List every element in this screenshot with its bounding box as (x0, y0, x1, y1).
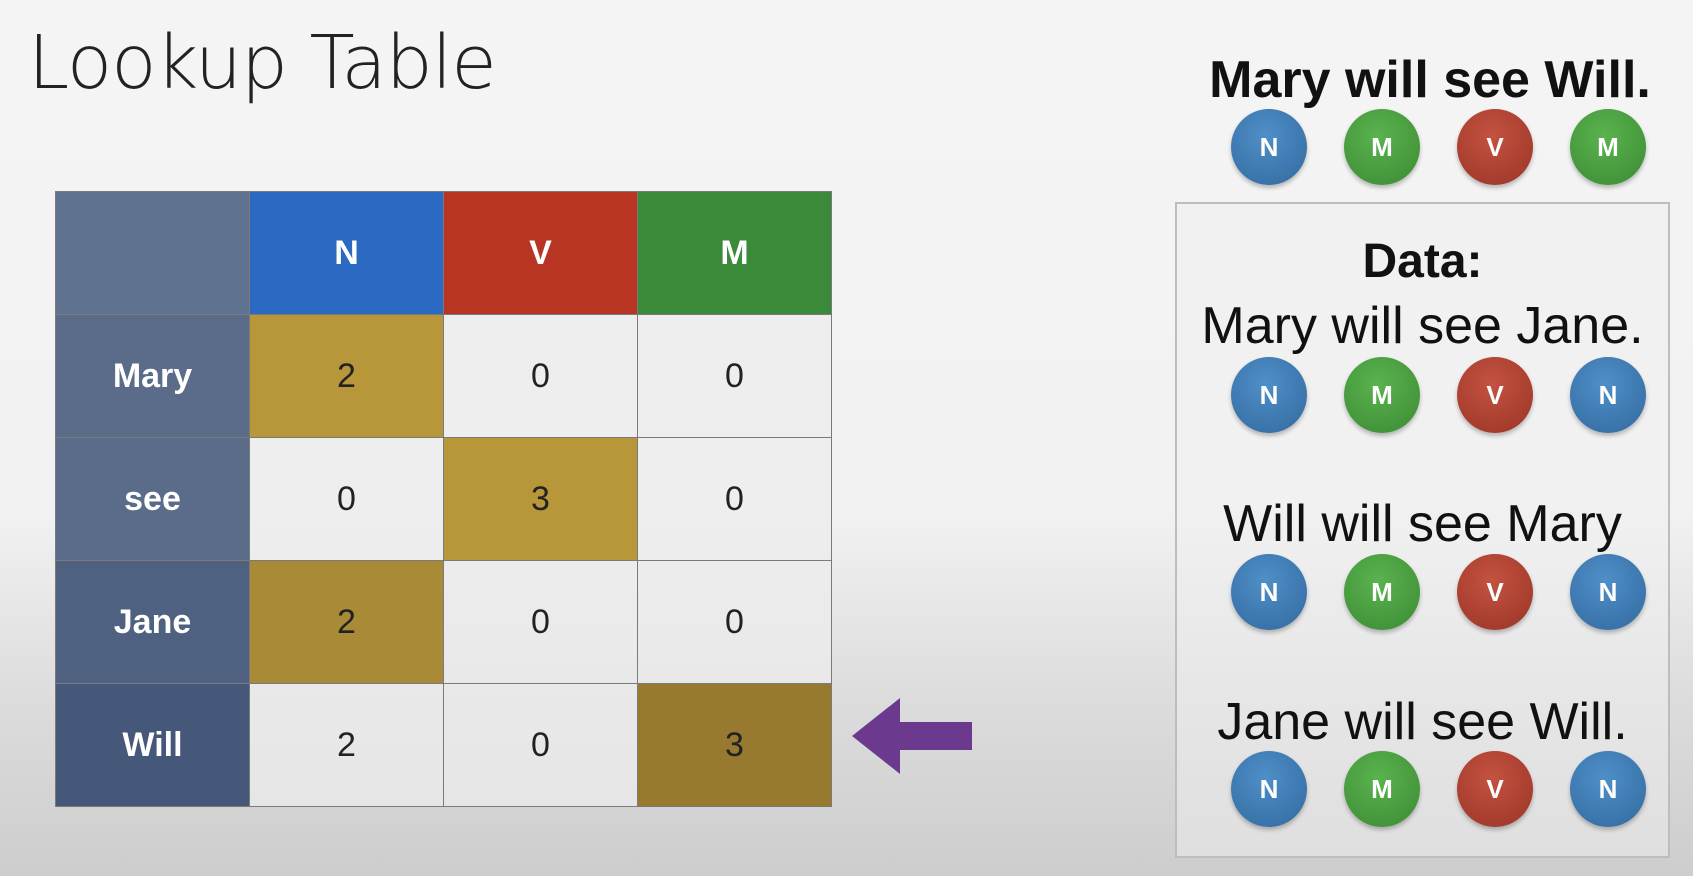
tag-n-icon: N (1570, 554, 1646, 630)
tag-m-icon: M (1344, 357, 1420, 433)
tag-m-icon: M (1344, 554, 1420, 630)
data-heading: Data: (1362, 235, 1483, 288)
row-header-jane: Jane (55, 560, 250, 684)
column-header-n: N (249, 191, 444, 315)
tag-n-icon: N (1231, 109, 1307, 185)
table-cell: 0 (637, 437, 832, 561)
example-tag-row-2: N M V N (1231, 554, 1646, 630)
row-header-mary: Mary (55, 314, 250, 438)
page-title: Lookup Table (28, 20, 497, 106)
table-row: Jane 2 0 0 (55, 560, 832, 684)
column-header-m: M (637, 191, 832, 315)
tag-m-icon: M (1344, 109, 1420, 185)
table-row: Will 2 0 3 (55, 683, 832, 807)
tag-n-icon: N (1570, 751, 1646, 827)
tag-v-icon: V (1457, 357, 1533, 433)
table-cell: 0 (249, 437, 444, 561)
table-cell: 3 (443, 437, 638, 561)
example-sentence-2: Will will see Mary (1223, 495, 1622, 553)
table-row: Mary 2 0 0 (55, 314, 832, 438)
table-cell: 0 (637, 560, 832, 684)
tag-m-icon: M (1344, 751, 1420, 827)
table-corner-cell (55, 191, 250, 315)
table-cell: 3 (637, 683, 832, 807)
tag-n-icon: N (1231, 357, 1307, 433)
row-header-see: see (55, 437, 250, 561)
example-sentence-1: Mary will see Jane. (1201, 297, 1644, 355)
example-tag-row-3: N M V N (1231, 751, 1646, 827)
tag-n-icon: N (1570, 357, 1646, 433)
table-cell: 0 (637, 314, 832, 438)
lookup-table: N V M Mary 2 0 0 see 0 3 0 Jane 2 0 0 Wi… (55, 191, 832, 807)
tag-n-icon: N (1231, 751, 1307, 827)
table-cell: 0 (443, 314, 638, 438)
tag-m-icon: M (1570, 109, 1646, 185)
tag-n-icon: N (1231, 554, 1307, 630)
table-cell: 0 (443, 560, 638, 684)
target-tag-row: N M V M (1231, 109, 1646, 185)
table-cell: 0 (443, 683, 638, 807)
target-sentence: Mary will see Will. (1209, 51, 1651, 109)
tag-v-icon: V (1457, 751, 1533, 827)
example-sentence-3: Jane will see Will. (1217, 693, 1628, 751)
left-arrow-icon (852, 698, 972, 774)
column-header-v: V (443, 191, 638, 315)
table-cell: 2 (249, 683, 444, 807)
table-cell: 2 (249, 560, 444, 684)
example-tag-row-1: N M V N (1231, 357, 1646, 433)
row-header-will: Will (55, 683, 250, 807)
table-row: see 0 3 0 (55, 437, 832, 561)
tag-v-icon: V (1457, 554, 1533, 630)
table-cell: 2 (249, 314, 444, 438)
tag-v-icon: V (1457, 109, 1533, 185)
